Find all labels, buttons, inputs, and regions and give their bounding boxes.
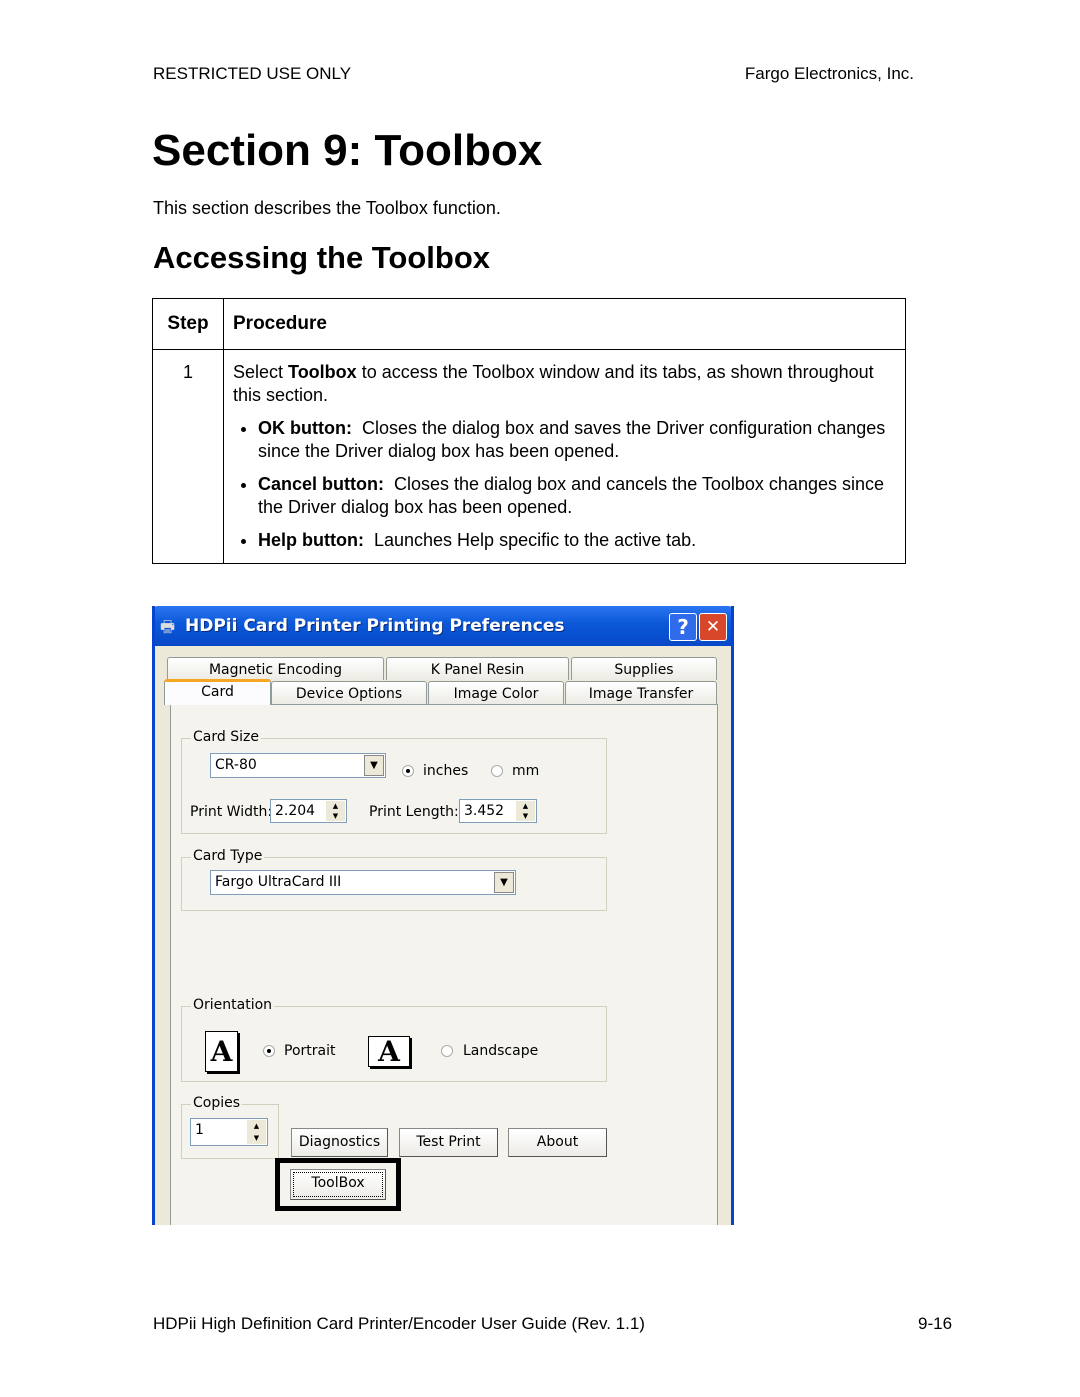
tab-supplies[interactable]: Supplies [571,657,717,680]
radio-inches[interactable] [402,765,414,777]
landscape-icon: A [368,1036,410,1067]
chevron-down-icon[interactable]: ▼ [364,755,384,776]
tab-image-transfer[interactable]: Image Transfer [565,681,717,704]
footer-guide-title: HDPii High Definition Card Printer/Encod… [153,1314,645,1333]
tab-magnetic-encoding[interactable]: Magnetic Encoding [167,657,384,680]
tab-image-color[interactable]: Image Color [428,681,564,704]
intro-text: This section describes the Toolbox funct… [153,198,501,218]
procedure-table: Step Procedure 1 Select Toolbox to access… [152,298,906,564]
title-bar[interactable]: 🖶 HDPii Card Printer Printing Preference… [155,606,731,646]
col-procedure: Procedure [223,298,906,350]
step-number: 1 [152,349,224,564]
document-page: RESTRICTED USE ONLY Fargo Electronics, I… [0,0,1080,1397]
page-number: 9-16 [918,1314,953,1333]
toolbox-button[interactable]: ToolBox [290,1169,386,1200]
card-type-select[interactable]: Fargo UltraCard III ▼ [210,870,516,895]
tab-device-options[interactable]: Device Options [271,681,427,704]
card-tab-panel: Card Size CR-80 ▼ inches mm Print Width: … [170,704,718,1225]
col-step: Step [152,298,224,350]
radio-portrait[interactable] [263,1045,275,1057]
subsection-title: Accessing the Toolbox [153,240,491,275]
portrait-icon: A [205,1031,238,1072]
bullet-cancel: Cancel button: Closes the dialog box and… [258,473,897,519]
radio-landscape[interactable] [441,1045,453,1057]
tab-k-panel-resin[interactable]: K Panel Resin [386,657,569,680]
bullet-ok: OK button: Closes the dialog box and sav… [258,417,897,463]
test-print-button[interactable]: Test Print [399,1128,498,1157]
dialog-title: HDPii Card Printer Printing Preferences [185,616,565,636]
header-company: Fargo Electronics, Inc. [744,64,914,83]
bullet-help: Help button: Launches Help specific to t… [258,529,897,552]
header-restricted: RESTRICTED USE ONLY [153,64,352,83]
section-title: Section 9: Toolbox [152,126,543,175]
procedure-cell: Select Toolbox to access the Toolbox win… [223,349,906,564]
card-size-select[interactable]: CR-80 ▼ [210,753,386,778]
tab-card[interactable]: Card [164,679,271,705]
printer-icon: 🖶 [160,617,176,636]
copies-input[interactable]: 1 ▲ ▼ [190,1118,268,1146]
spinner-icon[interactable]: ▲ ▼ [326,801,345,821]
close-button[interactable]: ✕ [699,613,727,641]
printing-preferences-dialog: 🖶 HDPii Card Printer Printing Preference… [152,606,734,1225]
diagnostics-button[interactable]: Diagnostics [291,1128,388,1157]
table-row: 1 Select Toolbox to access the Toolbox w… [152,349,906,564]
print-length-input[interactable]: 3.452 ▲ ▼ [459,799,537,823]
print-width-input[interactable]: 2.204 ▲ ▼ [270,799,347,823]
about-button[interactable]: About [508,1128,607,1157]
spinner-icon[interactable]: ▲ ▼ [247,1120,266,1144]
chevron-down-icon[interactable]: ▼ [494,872,514,893]
help-button[interactable]: ? [669,613,697,641]
radio-mm[interactable] [491,765,503,777]
spinner-icon[interactable]: ▲ ▼ [516,801,535,821]
